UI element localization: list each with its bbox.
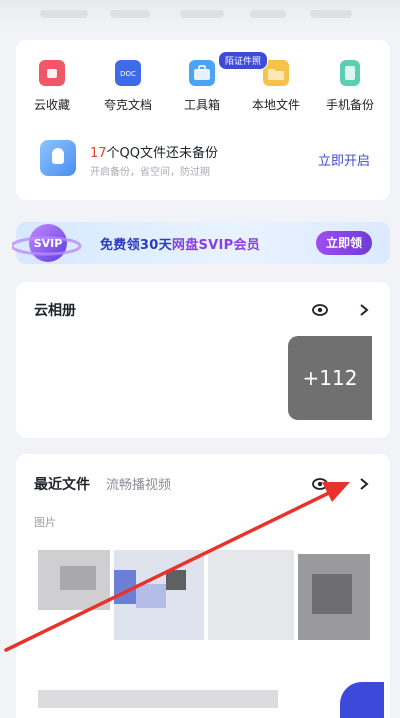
album-title: 云相册 — [34, 303, 76, 319]
svip-promo-text: 免费领30天网盘SVIP会员 — [100, 234, 260, 253]
thumbnail-block — [312, 574, 352, 614]
chevron-right-icon[interactable] — [358, 477, 370, 491]
tool-cloud-favorites[interactable]: 云收藏 — [16, 54, 88, 113]
status-blur — [250, 10, 286, 18]
promo-text-a: 免费领30天 — [100, 238, 172, 253]
recent-title: 最近文件 — [34, 477, 90, 493]
quark-doc-icon: DOC — [115, 60, 141, 86]
promo-text-b: 网盘SVIP会员 — [171, 238, 261, 253]
svip-banner[interactable]: SVIP 免费领30天网盘SVIP会员 立即领 — [12, 222, 390, 264]
category-label: 图片 — [34, 516, 56, 529]
qq-backup-icon — [40, 140, 76, 176]
tool-label: 云收藏 — [33, 98, 70, 112]
status-blur — [310, 10, 352, 18]
eye-icon[interactable] — [312, 476, 328, 492]
album-more-tile[interactable]: +112 — [288, 336, 372, 420]
id-photo-badge: 陌证件照 — [218, 51, 269, 70]
tool-phone-backup[interactable]: 手机备份 — [314, 54, 386, 113]
tools-card: 云收藏 DOC 夸克文档 工具箱 本地文件 手机备份 陌证件照 17个QQ文件还… — [16, 40, 390, 200]
svip-logo-text: SVIP — [34, 237, 63, 250]
thumbnail-block — [136, 584, 166, 608]
tool-label: 本地文件 — [251, 98, 300, 112]
status-blur — [40, 10, 88, 18]
thumbnail-row — [38, 690, 278, 708]
status-blur — [110, 10, 150, 18]
cloud-favorites-icon — [39, 60, 65, 86]
svg-text:DOC: DOC — [120, 70, 136, 78]
float-action-button[interactable] — [340, 682, 384, 718]
status-blur — [180, 10, 224, 18]
recent-subtitle[interactable]: 流畅播视频 — [106, 474, 171, 493]
thumbnail-block — [60, 566, 96, 590]
toolbox-icon — [189, 60, 215, 86]
chevron-right-icon[interactable] — [358, 303, 370, 317]
phone-backup-icon — [340, 60, 360, 86]
tool-label: 夸克文档 — [103, 98, 152, 112]
backup-count: 17 — [90, 146, 107, 161]
thumbnail-block — [166, 570, 186, 590]
backup-title: 17个QQ文件还未备份 — [90, 142, 218, 161]
tool-label: 工具箱 — [183, 98, 220, 112]
thumbnail-block — [114, 570, 136, 604]
svip-planet-icon: SVIP — [12, 224, 82, 262]
tool-label: 手机备份 — [325, 98, 374, 112]
recent-files-card: 最近文件 流畅播视频 图片 — [16, 454, 390, 718]
thumbnail[interactable] — [208, 550, 294, 640]
claim-svip-button[interactable]: 立即领 — [315, 231, 372, 255]
enable-backup-button[interactable]: 立即开启 — [318, 150, 370, 169]
backup-title-text: 个QQ文件还未备份 — [106, 146, 219, 161]
qq-backup-banner[interactable]: 17个QQ文件还未备份 开启备份，省空间，防过期 立即开启 — [36, 136, 372, 186]
eye-icon[interactable] — [312, 302, 328, 318]
cloud-album-card: 云相册 +112 — [16, 282, 390, 438]
tool-quark-doc[interactable]: DOC 夸克文档 — [92, 54, 164, 113]
backup-subtitle: 开启备份，省空间，防过期 — [90, 167, 210, 178]
status-bar — [0, 0, 400, 28]
